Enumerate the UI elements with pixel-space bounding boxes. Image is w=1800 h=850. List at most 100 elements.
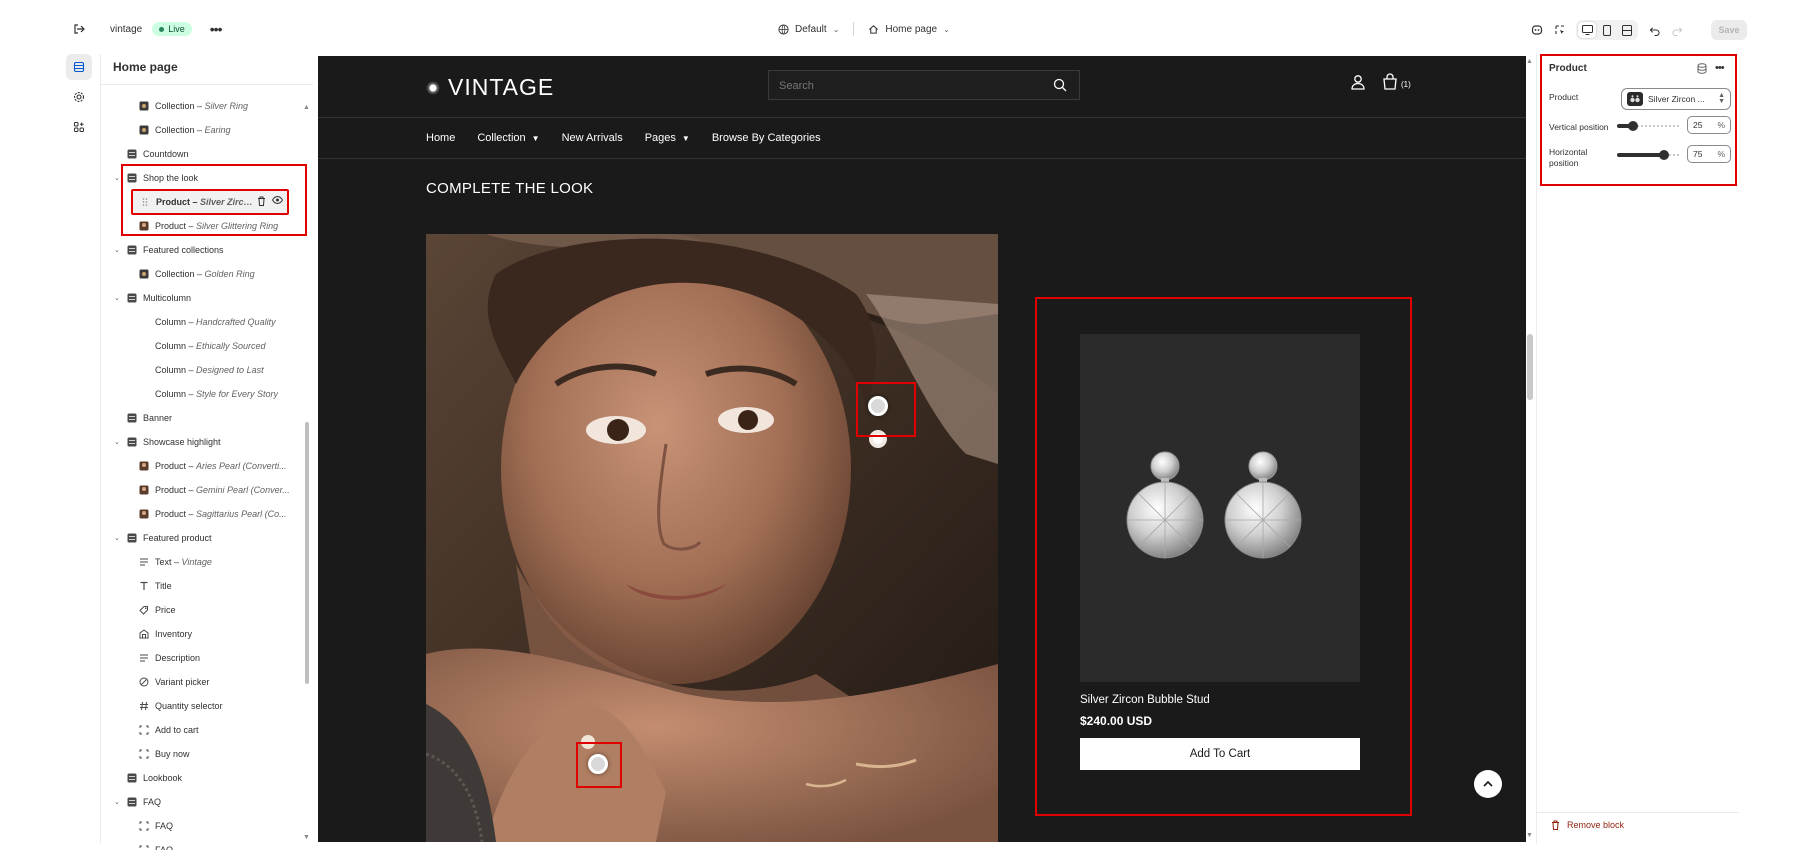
- horizontal-position-slider[interactable]: [1617, 148, 1679, 162]
- eye-icon[interactable]: [271, 195, 284, 208]
- store-logo[interactable]: VINTAGE: [426, 74, 554, 101]
- horizontal-position-input[interactable]: 75 %: [1687, 145, 1731, 163]
- scroll-up-icon[interactable]: ▲: [1526, 58, 1533, 65]
- chevron-down-icon[interactable]: ⌄: [114, 246, 120, 254]
- cart-icon[interactable]: [1382, 73, 1398, 92]
- section-item-featured-collections[interactable]: ⌄ Featured collections: [101, 238, 301, 262]
- block-item-description[interactable]: Description: [101, 646, 301, 670]
- block-item-collection-earing[interactable]: Collection – Earing: [101, 118, 301, 142]
- block-item-column-designed-to-last[interactable]: Column – Designed to Last: [101, 358, 301, 382]
- database-icon[interactable]: [1697, 62, 1707, 74]
- block-item-product-silver-zirco[interactable]: Product – Silver Zirco...: [121, 164, 307, 236]
- sidebar-scrollbar[interactable]: ▲ ▼: [303, 86, 310, 842]
- slider-knob[interactable]: [1627, 121, 1638, 131]
- block-item-product-silver-glittering-ring[interactable]: Product – Silver Glittering Ring: [101, 214, 301, 238]
- section-item-banner[interactable]: Banner: [101, 406, 301, 430]
- undo-icon[interactable]: [1647, 23, 1661, 37]
- add-to-cart-button[interactable]: Add To Cart: [1080, 738, 1360, 770]
- section-item-showcase-highlight[interactable]: ⌄ Showcase highlight: [101, 430, 301, 454]
- page-selector[interactable]: Home page ⌄: [868, 24, 950, 35]
- block-item-quantity-selector[interactable]: Quantity selector: [101, 694, 301, 718]
- section-item-featured-product[interactable]: ⌄ Featured product: [101, 526, 301, 550]
- block-item-text-vintage[interactable]: Text – Vintage: [101, 550, 301, 574]
- block-item-product-sagittarius-pearl-co[interactable]: Product – Sagittarius Pearl (Co...: [101, 502, 301, 526]
- section-icon: [126, 797, 137, 808]
- nav-item-new-arrivals[interactable]: New Arrivals: [562, 132, 623, 144]
- search-placeholder: Search: [779, 80, 814, 92]
- chevron-down-icon[interactable]: ⌄: [114, 174, 120, 182]
- chevron-down-icon[interactable]: ⌄: [114, 534, 120, 542]
- sidebar-item-label: Product: [155, 509, 187, 519]
- search-icon[interactable]: [1053, 78, 1067, 94]
- nav-item-collection[interactable]: Collection ▼: [477, 132, 539, 144]
- section-item-multicolumn[interactable]: ⌄ Multicolumn: [101, 286, 301, 310]
- nav-item-home[interactable]: Home: [426, 132, 455, 144]
- theme-selector[interactable]: Default ⌄: [778, 24, 839, 35]
- scroll-to-top-button[interactable]: [1474, 770, 1502, 798]
- device-toggle-group: [1576, 20, 1638, 40]
- fullscreen-view-icon[interactable]: [1618, 22, 1636, 38]
- desktop-view-icon[interactable]: [1578, 22, 1596, 38]
- scroll-up-icon[interactable]: ▲: [303, 104, 310, 111]
- preview-scroll-thumb[interactable]: [1527, 334, 1533, 400]
- more-options-icon[interactable]: •••: [1715, 62, 1725, 74]
- slider-knob[interactable]: [1658, 150, 1669, 160]
- cart-count: (1): [1401, 80, 1411, 89]
- scroll-down-icon[interactable]: ▼: [303, 834, 310, 841]
- block-icon: [138, 749, 149, 760]
- chevron-down-icon[interactable]: ⌄: [114, 798, 120, 806]
- preview-scrollbar[interactable]: ▲ ▼: [1526, 56, 1534, 842]
- mobile-view-icon[interactable]: [1598, 22, 1616, 38]
- nav-item-pages[interactable]: Pages ▼: [645, 132, 690, 144]
- sidebar-item-label: Column: [155, 389, 187, 399]
- block-item-buy-now[interactable]: Buy now: [101, 742, 301, 766]
- save-button[interactable]: Save: [1711, 20, 1747, 40]
- app-embeds-icon[interactable]: [66, 114, 92, 140]
- theme-settings-icon[interactable]: [66, 84, 92, 110]
- product-image[interactable]: [1080, 334, 1360, 682]
- exit-icon[interactable]: [72, 22, 86, 36]
- chevron-down-icon[interactable]: ⌄: [114, 438, 120, 446]
- vertical-position-input[interactable]: 25 %: [1687, 116, 1731, 134]
- trash-icon[interactable]: [257, 196, 266, 208]
- account-icon[interactable]: [1350, 74, 1366, 92]
- scroll-down-icon[interactable]: ▼: [1526, 832, 1533, 839]
- block-item-collection-golden-ring[interactable]: Collection – Golden Ring: [101, 262, 301, 286]
- product-name[interactable]: Silver Zircon Bubble Stud: [1080, 694, 1360, 706]
- block-item-collection-silver-ring[interactable]: Collection – Silver Ring: [101, 94, 301, 118]
- block-item-product-aries-pearl-converti[interactable]: Product – Aries Pearl (Converti...: [101, 454, 301, 478]
- vertical-position-value: 25: [1693, 120, 1703, 130]
- block-item-faq[interactable]: FAQ: [101, 814, 301, 838]
- section-item-shop-the-look[interactable]: ⌄ Shop the look: [101, 166, 301, 190]
- block-item-product-gemini-pearl-conver[interactable]: Product – Gemini Pearl (Conver...: [101, 478, 301, 502]
- section-item-faq[interactable]: ⌄ FAQ: [101, 790, 301, 814]
- vertical-position-slider[interactable]: [1617, 119, 1679, 133]
- product-thumb-icon: [138, 485, 149, 496]
- block-item-price[interactable]: Price: [101, 598, 301, 622]
- more-options-icon[interactable]: •••: [210, 22, 223, 36]
- block-item-column-ethically-sourced[interactable]: Column – Ethically Sourced: [101, 334, 301, 358]
- sidekick-icon[interactable]: [1530, 23, 1544, 37]
- section-item-countdown[interactable]: Countdown: [101, 142, 301, 166]
- block-item-faq[interactable]: FAQ: [101, 838, 301, 850]
- block-item-column-handcrafted-quality[interactable]: Column – Handcrafted Quality: [101, 310, 301, 334]
- block-item-variant-picker[interactable]: Variant picker: [101, 670, 301, 694]
- block-item-column-style-for-every-story[interactable]: Column – Style for Every Story: [101, 382, 301, 406]
- block-item-inventory[interactable]: Inventory: [101, 622, 301, 646]
- block-icon: [138, 821, 149, 832]
- sidebar-scroll-thumb[interactable]: [305, 422, 309, 684]
- nav-item-browse-by-categories[interactable]: Browse By Categories: [712, 132, 821, 144]
- block-item-title[interactable]: Title: [101, 574, 301, 598]
- product-picker[interactable]: Silver Zircon ... ▲ ▼: [1621, 88, 1731, 110]
- product-card[interactable]: Silver Zircon Bubble Stud $240.00 USD Ad…: [1080, 334, 1360, 770]
- block-item-add-to-cart[interactable]: Add to cart: [101, 718, 301, 742]
- redo-icon[interactable]: [1670, 23, 1684, 37]
- section-item-lookbook[interactable]: Lookbook: [101, 766, 301, 790]
- inspector-icon[interactable]: [1553, 23, 1567, 37]
- trash-icon: [1552, 820, 1559, 830]
- chevron-down-icon[interactable]: ⌄: [114, 294, 120, 302]
- store-search-input[interactable]: Search: [768, 70, 1080, 100]
- remove-block-button[interactable]: Remove block: [1551, 820, 1624, 830]
- sidebar-item-label: FAQ: [155, 845, 174, 850]
- sections-icon[interactable]: [66, 54, 92, 80]
